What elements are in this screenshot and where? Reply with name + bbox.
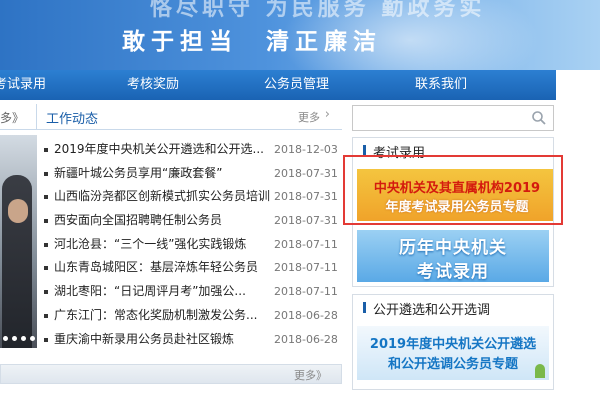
news-item-title[interactable]: 2019年度中央机关公开遴选和公开选...	[54, 138, 270, 162]
bullet-icon	[44, 290, 48, 295]
news-footer-bar: 更多》	[0, 364, 342, 384]
list-item[interactable]: 河北沧县：“三个一线”强化实践锻炼 2018-07-11	[42, 233, 342, 257]
list-item[interactable]: 湖北枣阳：“日记周评月考”加强公... 2018-07-11	[42, 280, 342, 304]
slider-dot[interactable]	[3, 336, 8, 341]
news-item-date: 2018-12-03	[274, 143, 338, 156]
bullet-icon	[44, 195, 48, 200]
bullet-icon	[44, 337, 48, 342]
header-banner: 恪尽职守 为民服务 勤政务实 敢于担当 清正廉洁	[0, 0, 600, 70]
list-item[interactable]: 山东青岛城阳区：基层淬炼年轻公务员 2018-07-11	[42, 256, 342, 280]
news-item-title[interactable]: 河北沧县：“三个一线”强化实践锻炼	[54, 233, 270, 257]
banner-slogan-right: 清正廉洁	[266, 28, 382, 55]
plant-decoration-icon	[535, 364, 545, 378]
news-item-title[interactable]: 山西临汾尧都区创新模式抓实公务员培训	[54, 185, 270, 209]
news-item-date: 2018-07-31	[274, 214, 338, 228]
promo-banner-history-exam[interactable]: 历年中央机关 考试录用	[357, 230, 549, 282]
list-item[interactable]: 广东江门：常态化奖励机制激发公务... 2018-06-28	[42, 304, 342, 328]
news-item-title[interactable]: 山东青岛城阳区：基层淬炼年轻公务员	[54, 256, 270, 280]
news-item-title[interactable]: 新疆叶城公务员享用“廉政套餐”	[54, 162, 270, 186]
news-item-title[interactable]: 湖北枣阳：“日记周评月考”加强公...	[54, 280, 270, 304]
slider-dot[interactable]	[12, 336, 17, 341]
selection-panel-title[interactable]: 公开遴选和公开选调	[373, 299, 490, 318]
slider-dots	[0, 331, 37, 345]
nav-item-contact[interactable]: 联系我们	[415, 70, 467, 100]
nav-item-exam[interactable]: 考试录用	[0, 70, 46, 100]
news-item-date: 2018-06-28	[274, 308, 338, 322]
main-nav: 考试录用 考核奖励 公务员管理 联系我们	[0, 70, 556, 100]
prev-section-more-link[interactable]: 多》	[0, 109, 24, 126]
title-marker-icon	[363, 302, 366, 313]
header-divider	[36, 104, 37, 130]
bullet-icon	[44, 266, 48, 271]
news-section-title[interactable]: 工作动态	[46, 108, 98, 127]
slider-dot[interactable]	[30, 336, 35, 341]
promo3-line1: 2019年度中央机关公开遴选	[369, 337, 537, 352]
bullet-icon	[44, 242, 48, 247]
chevron-right-icon[interactable]: ›	[325, 107, 330, 122]
news-item-date: 2018-07-31	[274, 190, 338, 204]
news-list: 2019年度中央机关公开遴选和公开选... 2018-12-03 新疆叶城公务员享…	[42, 138, 342, 351]
slider-photo-person	[2, 175, 32, 348]
news-item-date: 2018-07-11	[274, 261, 338, 275]
slider-photo-face	[8, 199, 28, 223]
bullet-icon	[44, 148, 48, 152]
slider-dot[interactable]	[21, 336, 26, 341]
news-item-title[interactable]: 重庆渝中新录用公务员赴社区锻炼	[54, 328, 270, 352]
news-item-title[interactable]: 广东江门：常态化奖励机制激发公务...	[54, 304, 270, 328]
news-item-date: 2018-07-31	[274, 166, 338, 180]
nav-item-reward[interactable]: 考核奖励	[127, 70, 179, 100]
list-item[interactable]: 2019年度中央机关公开遴选和公开选... 2018-12-03	[42, 138, 342, 162]
search-box	[352, 105, 554, 131]
news-item-date: 2018-07-11	[274, 237, 338, 251]
news-header: 多》 工作动态 更多 ›	[0, 104, 342, 130]
news-item-date: 2018-06-28	[274, 332, 338, 346]
bullet-icon	[44, 313, 48, 318]
bullet-icon	[44, 219, 48, 224]
photo-slider[interactable]	[0, 135, 37, 348]
promo3-line2: 和公开选调公务员专题	[387, 357, 518, 372]
news-item-title[interactable]: 西安面向全国招聘聘任制公务员	[54, 209, 270, 233]
bullet-icon	[44, 171, 48, 176]
promo2-line1: 历年中央机关	[399, 238, 507, 258]
banner-slogan-top: 恪尽职守 为民服务 勤政务实	[150, 0, 486, 21]
nav-item-management[interactable]: 公务员管理	[264, 70, 329, 100]
list-item[interactable]: 重庆渝中新录用公务员赴社区锻炼 2018-06-28	[42, 328, 342, 352]
promo2-line2: 考试录用	[417, 262, 489, 282]
news-more-link[interactable]: 更多	[298, 109, 320, 125]
search-icon[interactable]	[531, 110, 547, 126]
footer-more-link[interactable]: 更多》	[294, 367, 327, 383]
banner-slogan: 敢于担当 清正廉洁	[122, 22, 382, 56]
highlight-box	[343, 155, 563, 225]
promo-banner-2019-selection[interactable]: 2019年度中央机关公开遴选 和公开选调公务员专题	[357, 326, 549, 380]
search-input[interactable]	[357, 109, 527, 127]
list-item[interactable]: 山西临汾尧都区创新模式抓实公务员培训 2018-07-31	[42, 185, 342, 209]
banner-slogan-left: 敢于担当	[122, 28, 238, 55]
news-item-date: 2018-07-11	[274, 285, 338, 299]
list-item[interactable]: 新疆叶城公务员享用“廉政套餐” 2018-07-31	[42, 162, 342, 186]
list-item[interactable]: 西安面向全国招聘聘任制公务员 2018-07-31	[42, 209, 342, 233]
selection-panel-header: 公开遴选和公开选调	[353, 295, 553, 319]
